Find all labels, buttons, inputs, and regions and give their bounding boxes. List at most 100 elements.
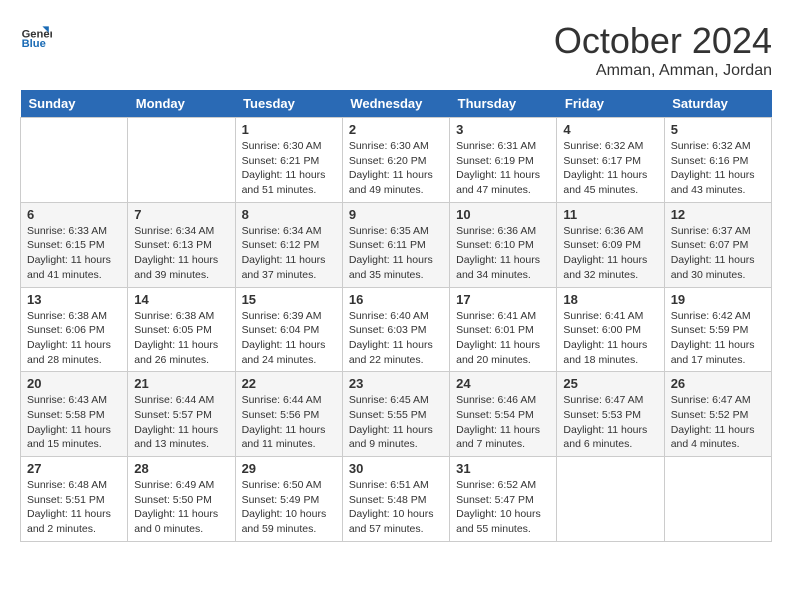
- day-number: 10: [456, 207, 550, 222]
- calendar-cell: 24 Sunrise: 6:46 AM Sunset: 5:54 PM Dayli…: [450, 372, 557, 457]
- day-number: 19: [671, 292, 765, 307]
- calendar-cell: 8 Sunrise: 6:34 AM Sunset: 6:12 PM Daylig…: [235, 202, 342, 287]
- calendar-cell: 2 Sunrise: 6:30 AM Sunset: 6:20 PM Daylig…: [342, 118, 449, 203]
- calendar-week-row: 6 Sunrise: 6:33 AM Sunset: 6:15 PM Daylig…: [21, 202, 772, 287]
- day-number: 12: [671, 207, 765, 222]
- calendar-cell: 26Sunrise: 6:47 AM Sunset: 5:52 PM Dayli…: [664, 372, 771, 457]
- day-info: Sunrise: 6:38 AM Sunset: 6:05 PM Dayligh…: [134, 309, 228, 368]
- calendar-table: SundayMondayTuesdayWednesdayThursdayFrid…: [20, 90, 772, 542]
- day-info: Sunrise: 6:34 AM Sunset: 6:12 PM Dayligh…: [242, 224, 336, 283]
- day-of-week-header: Monday: [128, 90, 235, 118]
- day-number: 7: [134, 207, 228, 222]
- calendar-cell: 15Sunrise: 6:39 AM Sunset: 6:04 PM Dayli…: [235, 287, 342, 372]
- day-number: 3: [456, 122, 550, 137]
- day-info: Sunrise: 6:32 AM Sunset: 6:16 PM Dayligh…: [671, 139, 765, 198]
- calendar-cell: 19 Sunrise: 6:42 AM Sunset: 5:59 PM Dayli…: [664, 287, 771, 372]
- day-info: Sunrise: 6:42 AM Sunset: 5:59 PM Dayligh…: [671, 309, 765, 368]
- calendar-cell: 18 Sunrise: 6:41 AM Sunset: 6:00 PM Dayli…: [557, 287, 664, 372]
- day-info: Sunrise: 6:36 AM Sunset: 6:10 PM Dayligh…: [456, 224, 550, 283]
- calendar-cell: [664, 457, 771, 542]
- day-info: Sunrise: 6:35 AM Sunset: 6:11 PM Dayligh…: [349, 224, 443, 283]
- day-number: 13: [27, 292, 121, 307]
- calendar-cell: 1 Sunrise: 6:30 AM Sunset: 6:21 PM Daylig…: [235, 118, 342, 203]
- calendar-cell: 16 Sunrise: 6:40 AM Sunset: 6:03 PM Dayli…: [342, 287, 449, 372]
- day-info: Sunrise: 6:44 AM Sunset: 5:57 PM Dayligh…: [134, 393, 228, 452]
- svg-text:Blue: Blue: [22, 38, 46, 50]
- day-number: 30: [349, 461, 443, 476]
- calendar-cell: 9 Sunrise: 6:35 AM Sunset: 6:11 PM Daylig…: [342, 202, 449, 287]
- day-info: Sunrise: 6:36 AM Sunset: 6:09 PM Dayligh…: [563, 224, 657, 283]
- day-info: Sunrise: 6:31 AM Sunset: 6:19 PM Dayligh…: [456, 139, 550, 198]
- calendar-cell: 30 Sunrise: 6:51 AM Sunset: 5:48 PM Dayli…: [342, 457, 449, 542]
- day-of-week-header: Thursday: [450, 90, 557, 118]
- day-info: Sunrise: 6:41 AM Sunset: 6:00 PM Dayligh…: [563, 309, 657, 368]
- calendar-cell: 22Sunrise: 6:44 AM Sunset: 5:56 PM Dayli…: [235, 372, 342, 457]
- calendar-cell: 28Sunrise: 6:49 AM Sunset: 5:50 PM Dayli…: [128, 457, 235, 542]
- calendar-cell: 27Sunrise: 6:48 AM Sunset: 5:51 PM Dayli…: [21, 457, 128, 542]
- calendar-cell: 11 Sunrise: 6:36 AM Sunset: 6:09 PM Dayli…: [557, 202, 664, 287]
- day-of-week-header: Wednesday: [342, 90, 449, 118]
- day-info: Sunrise: 6:33 AM Sunset: 6:15 PM Dayligh…: [27, 224, 121, 283]
- day-number: 9: [349, 207, 443, 222]
- day-number: 14: [134, 292, 228, 307]
- calendar-cell: 13 Sunrise: 6:38 AM Sunset: 6:06 PM Dayli…: [21, 287, 128, 372]
- day-info: Sunrise: 6:38 AM Sunset: 6:06 PM Dayligh…: [27, 309, 121, 368]
- day-number: 17: [456, 292, 550, 307]
- day-info: Sunrise: 6:45 AM Sunset: 5:55 PM Dayligh…: [349, 393, 443, 452]
- day-info: Sunrise: 6:47 AM Sunset: 5:52 PM Dayligh…: [671, 393, 765, 452]
- calendar-cell: 31Sunrise: 6:52 AM Sunset: 5:47 PM Dayli…: [450, 457, 557, 542]
- day-number: 2: [349, 122, 443, 137]
- calendar-cell: [557, 457, 664, 542]
- calendar-cell: 25 Sunrise: 6:47 AM Sunset: 5:53 PM Dayli…: [557, 372, 664, 457]
- day-info: Sunrise: 6:43 AM Sunset: 5:58 PM Dayligh…: [27, 393, 121, 452]
- day-info: Sunrise: 6:51 AM Sunset: 5:48 PM Dayligh…: [349, 478, 443, 537]
- calendar-cell: 20Sunrise: 6:43 AM Sunset: 5:58 PM Dayli…: [21, 372, 128, 457]
- page-header: General Blue October 2024 Amman, Amman, …: [20, 20, 772, 80]
- day-of-week-header: Tuesday: [235, 90, 342, 118]
- day-number: 4: [563, 122, 657, 137]
- day-info: Sunrise: 6:47 AM Sunset: 5:53 PM Dayligh…: [563, 393, 657, 452]
- day-info: Sunrise: 6:41 AM Sunset: 6:01 PM Dayligh…: [456, 309, 550, 368]
- day-number: 25: [563, 376, 657, 391]
- day-number: 6: [27, 207, 121, 222]
- logo-icon: General Blue: [20, 20, 52, 52]
- day-info: Sunrise: 6:46 AM Sunset: 5:54 PM Dayligh…: [456, 393, 550, 452]
- day-number: 8: [242, 207, 336, 222]
- logo: General Blue: [20, 20, 52, 52]
- day-of-week-header: Saturday: [664, 90, 771, 118]
- day-info: Sunrise: 6:48 AM Sunset: 5:51 PM Dayligh…: [27, 478, 121, 537]
- calendar-week-row: 1 Sunrise: 6:30 AM Sunset: 6:21 PM Daylig…: [21, 118, 772, 203]
- day-number: 16: [349, 292, 443, 307]
- day-info: Sunrise: 6:30 AM Sunset: 6:20 PM Dayligh…: [349, 139, 443, 198]
- day-info: Sunrise: 6:40 AM Sunset: 6:03 PM Dayligh…: [349, 309, 443, 368]
- day-info: Sunrise: 6:37 AM Sunset: 6:07 PM Dayligh…: [671, 224, 765, 283]
- calendar-cell: 4 Sunrise: 6:32 AM Sunset: 6:17 PM Daylig…: [557, 118, 664, 203]
- day-number: 5: [671, 122, 765, 137]
- day-number: 1: [242, 122, 336, 137]
- day-number: 18: [563, 292, 657, 307]
- calendar-cell: 21 Sunrise: 6:44 AM Sunset: 5:57 PM Dayli…: [128, 372, 235, 457]
- title-area: October 2024 Amman, Amman, Jordan: [554, 20, 772, 80]
- calendar-cell: 17 Sunrise: 6:41 AM Sunset: 6:01 PM Dayli…: [450, 287, 557, 372]
- day-number: 28: [134, 461, 228, 476]
- calendar-week-row: 20Sunrise: 6:43 AM Sunset: 5:58 PM Dayli…: [21, 372, 772, 457]
- calendar-header-row: SundayMondayTuesdayWednesdayThursdayFrid…: [21, 90, 772, 118]
- day-of-week-header: Sunday: [21, 90, 128, 118]
- day-number: 21: [134, 376, 228, 391]
- day-number: 24: [456, 376, 550, 391]
- day-of-week-header: Friday: [557, 90, 664, 118]
- day-info: Sunrise: 6:30 AM Sunset: 6:21 PM Dayligh…: [242, 139, 336, 198]
- calendar-week-row: 27Sunrise: 6:48 AM Sunset: 5:51 PM Dayli…: [21, 457, 772, 542]
- day-number: 29: [242, 461, 336, 476]
- calendar-cell: 5 Sunrise: 6:32 AM Sunset: 6:16 PM Daylig…: [664, 118, 771, 203]
- day-number: 11: [563, 207, 657, 222]
- day-info: Sunrise: 6:39 AM Sunset: 6:04 PM Dayligh…: [242, 309, 336, 368]
- day-number: 23: [349, 376, 443, 391]
- month-title: October 2024: [554, 20, 772, 62]
- calendar-cell: 14 Sunrise: 6:38 AM Sunset: 6:05 PM Dayli…: [128, 287, 235, 372]
- day-number: 22: [242, 376, 336, 391]
- day-number: 31: [456, 461, 550, 476]
- calendar-cell: [128, 118, 235, 203]
- calendar-week-row: 13 Sunrise: 6:38 AM Sunset: 6:06 PM Dayli…: [21, 287, 772, 372]
- day-info: Sunrise: 6:32 AM Sunset: 6:17 PM Dayligh…: [563, 139, 657, 198]
